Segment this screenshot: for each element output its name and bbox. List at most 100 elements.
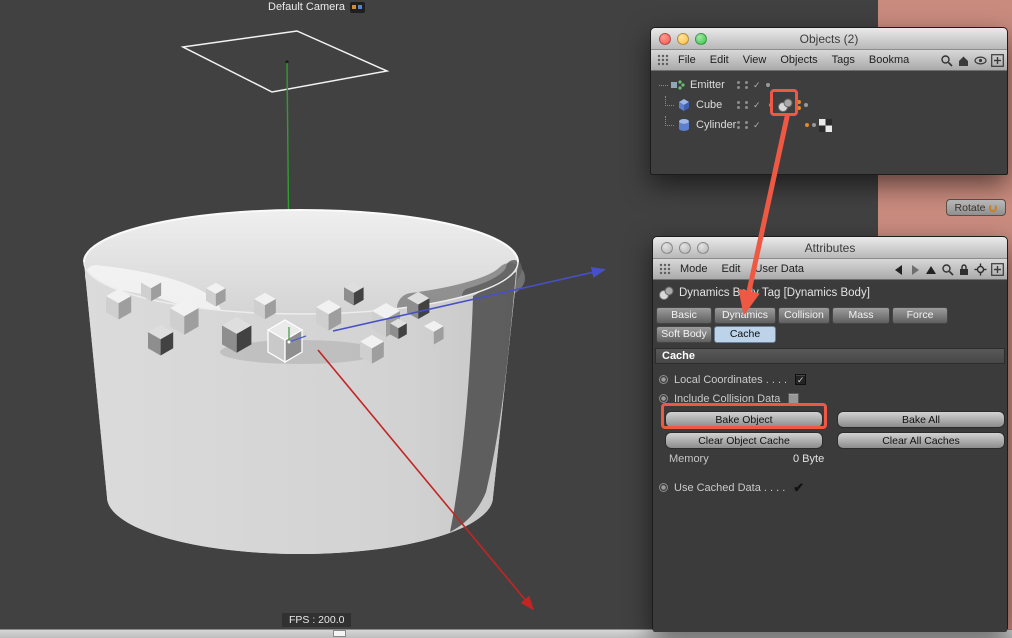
menu-view[interactable]: View — [736, 54, 774, 66]
objects-menubar: File Edit View Objects Tags Bookma — [651, 50, 1007, 71]
rotate-button[interactable]: Rotate — [946, 199, 1006, 216]
tag-header: Dynamics Body Tag [Dynamics Body] — [653, 283, 1007, 303]
tree-line — [665, 116, 674, 126]
add-icon[interactable] — [991, 54, 1004, 67]
window-traffic-lights — [661, 241, 709, 254]
lock-icon[interactable] — [958, 263, 970, 276]
annotation-box-dynamics-tag — [770, 89, 798, 116]
bake-all-button[interactable]: Bake All — [837, 411, 1005, 428]
timeline-marker[interactable] — [333, 630, 346, 637]
tag-header-label: Dynamics Body Tag [Dynamics Body] — [679, 287, 870, 299]
attributes-window: Attributes Mode Edit User Data Dynamics … — [652, 236, 1008, 632]
dynamics-body-tag-icon — [659, 286, 674, 300]
texture-checker-tag-icon[interactable] — [819, 118, 832, 132]
menu-file[interactable]: File — [671, 54, 703, 66]
local-coordinates-label: Local Coordinates . . . . — [674, 373, 788, 386]
eye-icon[interactable] — [974, 54, 987, 67]
cylinder-object-icon[interactable] — [676, 117, 692, 133]
local-coordinates-row: Local Coordinates . . . . ✓ — [653, 370, 1007, 389]
clear-object-cache-button[interactable]: Clear Object Cache — [665, 432, 823, 449]
tab-dynamics[interactable]: Dynamics — [714, 307, 776, 324]
menu-user-data[interactable]: User Data — [748, 263, 812, 275]
drag-grid-icon[interactable] — [657, 54, 669, 66]
add-icon[interactable] — [991, 263, 1004, 276]
camera-label: Default Camera — [268, 1, 346, 13]
memory-value: 0 Byte — [793, 453, 825, 465]
fps-label: FPS : 200.0 — [282, 613, 352, 627]
tab-collision[interactable]: Collision — [778, 307, 830, 324]
object-row-emitter[interactable]: Emitter ✓ — [651, 75, 1007, 95]
tab-basic[interactable]: Basic — [656, 307, 712, 324]
menu-tags[interactable]: Tags — [825, 54, 862, 66]
minimize-button[interactable] — [679, 241, 691, 254]
close-button[interactable] — [661, 241, 673, 254]
keyframe-dot-icon[interactable] — [659, 483, 668, 492]
tab-row-1: Basic Dynamics Collision Mass Force — [653, 307, 1007, 324]
visibility-dots[interactable] — [737, 121, 740, 129]
keyframe-dot-icon[interactable] — [659, 394, 668, 403]
enable-check[interactable]: ✓ — [753, 80, 761, 90]
menu-objects[interactable]: Objects — [773, 54, 824, 66]
tree-line — [665, 96, 674, 106]
memory-label: Memory — [669, 453, 709, 465]
cylinder-bowl — [83, 209, 525, 554]
object-label: Cylinder — [696, 119, 737, 131]
rotate-label: Rotate — [954, 201, 986, 214]
drag-grid-icon[interactable] — [659, 263, 671, 275]
close-button[interactable] — [659, 32, 671, 45]
tab-force[interactable]: Force — [892, 307, 948, 324]
render-dots[interactable] — [745, 121, 748, 129]
forward-icon[interactable] — [909, 264, 921, 276]
camera-label-group[interactable]: Default Camera — [268, 1, 366, 13]
object-label: Cube — [696, 99, 723, 111]
attributes-menubar: Mode Edit User Data — [653, 259, 1007, 280]
tab-cache[interactable]: Cache — [714, 326, 776, 343]
local-coordinates-checkbox[interactable]: ✓ — [795, 374, 807, 385]
object-row-cube[interactable]: Cube ✓ — [651, 95, 1007, 115]
attributes-content: Dynamics Body Tag [Dynamics Body] Basic … — [653, 283, 1007, 632]
state-dot — [812, 123, 816, 127]
object-row-cylinder[interactable]: Cylinder ✓ — [651, 115, 1007, 135]
memory-row: Memory 0 Byte — [653, 450, 1007, 468]
zoom-button[interactable] — [695, 32, 707, 45]
objects-manager-window: Objects (2) File Edit View Objects Tags … — [650, 27, 1008, 175]
cube-object-icon[interactable] — [676, 97, 692, 113]
tree-line — [659, 84, 668, 86]
render-dots[interactable] — [745, 81, 748, 89]
menu-edit[interactable]: Edit — [703, 54, 736, 66]
search-icon[interactable] — [941, 263, 954, 276]
render-dots[interactable] — [745, 101, 748, 109]
clear-all-caches-button[interactable]: Clear All Caches — [837, 432, 1005, 449]
objects-titlebar[interactable]: Objects (2) — [651, 28, 1007, 50]
enable-check[interactable]: ✓ — [753, 100, 761, 110]
back-icon[interactable] — [893, 264, 905, 276]
menu-bookmarks[interactable]: Bookma — [862, 54, 916, 66]
menu-mode[interactable]: Mode — [673, 263, 715, 275]
visibility-dots[interactable] — [737, 81, 740, 89]
minimize-button[interactable] — [677, 32, 689, 45]
use-cached-data-checkbox[interactable]: ✔ — [793, 481, 804, 494]
search-icon[interactable] — [940, 54, 953, 67]
rotate-icon — [989, 203, 998, 212]
priority-dot — [805, 123, 809, 127]
keyframe-dot-icon[interactable] — [659, 375, 668, 384]
camera-menu-icon[interactable] — [350, 1, 366, 13]
tab-soft-body[interactable]: Soft Body — [656, 326, 712, 343]
menu-edit[interactable]: Edit — [715, 263, 748, 275]
tab-mass[interactable]: Mass — [832, 307, 890, 324]
home-icon[interactable] — [957, 54, 970, 67]
emitter-object-icon[interactable] — [670, 77, 686, 93]
zoom-button[interactable] — [697, 241, 709, 254]
visibility-dots[interactable] — [737, 101, 740, 109]
enable-check[interactable]: ✓ — [753, 120, 761, 130]
annotation-box-bake-object — [661, 403, 827, 429]
window-traffic-lights — [659, 32, 707, 45]
emitter-plane — [180, 30, 390, 93]
object-list: Emitter ✓ Cube ✓ Cylinder ✓ — [651, 71, 1007, 174]
use-cached-data-label: Use Cached Data . . . . — [674, 481, 786, 494]
attributes-titlebar[interactable]: Attributes — [653, 237, 1007, 259]
state-dot — [765, 83, 770, 87]
use-cached-data-row: Use Cached Data . . . . ✔ — [653, 478, 1007, 497]
up-icon[interactable] — [925, 264, 937, 276]
gear-icon[interactable] — [974, 263, 987, 276]
